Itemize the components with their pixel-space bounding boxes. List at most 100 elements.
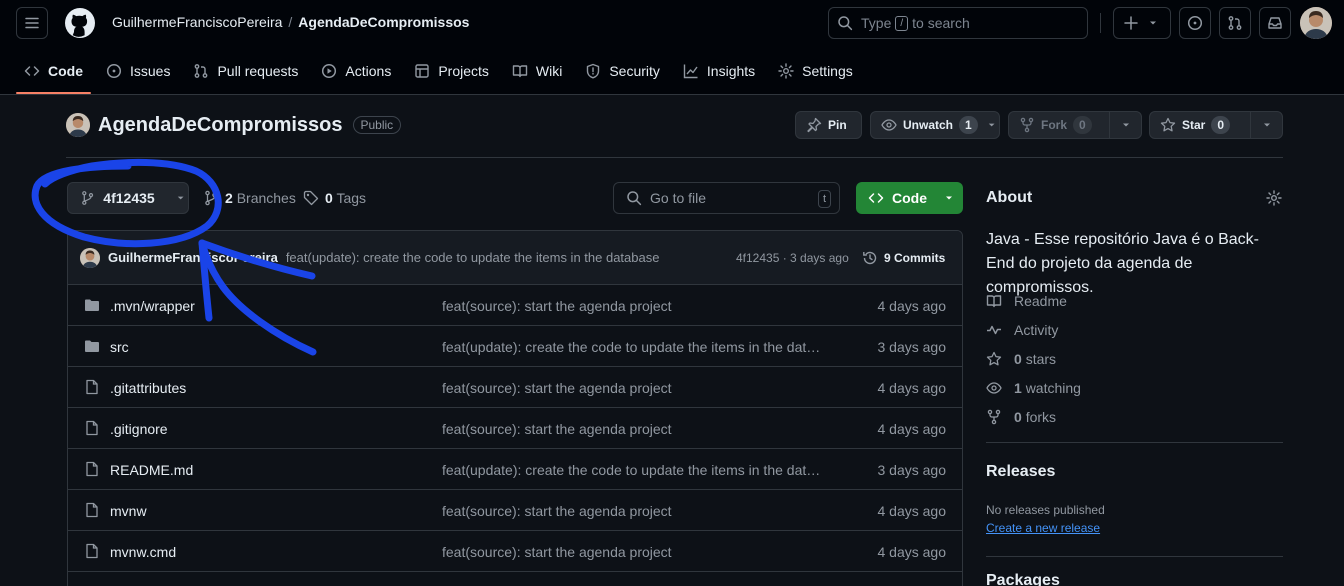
code-button-label: Code (892, 190, 927, 206)
create-release-link[interactable]: Create a new release (986, 521, 1100, 535)
branch-selector[interactable]: 4f12435 (67, 182, 189, 214)
fork-icon (987, 409, 1001, 425)
file-commit-message[interactable]: feat(source): start the agenda project (442, 298, 672, 314)
forks-link[interactable]: 0 forks (986, 409, 1056, 425)
branches-link[interactable]: 2 Branches (203, 190, 296, 206)
global-search[interactable]: Type / to search (828, 7, 1088, 39)
packages-heading[interactable]: Packages (986, 572, 1060, 586)
commit-author[interactable]: GuilhermeFranciscoPereira (108, 250, 278, 265)
fork-dropdown[interactable] (1109, 112, 1141, 138)
table-row[interactable]: mvnw.cmd feat(source): start the agenda … (68, 531, 962, 572)
tab-pull-requests[interactable]: Pull requests (185, 56, 306, 86)
tab-security[interactable]: Security (577, 56, 668, 86)
latest-commit: GuilhermeFranciscoPereira feat(update): … (68, 231, 962, 285)
tab-label: Pull requests (217, 63, 299, 79)
go-to-file-input[interactable]: Go to file t (613, 182, 840, 214)
tab-code[interactable]: Code (16, 56, 91, 94)
commit-message[interactable]: feat(update): create the code to update … (286, 250, 660, 265)
file-name[interactable]: mvnw (110, 503, 147, 519)
pull-requests-button[interactable] (1219, 7, 1251, 39)
activity-link[interactable]: Activity (986, 322, 1058, 338)
star-button[interactable]: Star 0 (1149, 111, 1283, 139)
file-commit-message[interactable]: feat(source): start the agenda project (442, 544, 672, 560)
owner-link[interactable]: GuilhermeFranciscoPereira (112, 14, 282, 30)
caret-down-icon (1263, 123, 1270, 127)
search-icon (627, 191, 642, 206)
file-name[interactable]: src (110, 339, 129, 355)
visibility-badge: Public (352, 116, 402, 134)
commit-sha-time[interactable]: 4f12435 · 3 days ago (736, 251, 849, 265)
file-commit-message[interactable]: feat(update): create the code to update … (442, 339, 828, 355)
code-dropdown-button[interactable]: Code (856, 182, 963, 214)
file-icon (86, 420, 98, 436)
user-avatar[interactable] (1300, 7, 1332, 39)
readme-link[interactable]: Readme (986, 293, 1067, 309)
breadcrumb-separator: / (288, 14, 293, 30)
watch-count: 1 (959, 116, 978, 134)
table-row[interactable]: .gitignore feat(source): start the agend… (68, 408, 962, 449)
pin-label: Pin (828, 118, 847, 132)
branch-icon (205, 190, 217, 206)
file-name[interactable]: README.md (110, 462, 193, 478)
tab-projects[interactable]: Projects (406, 56, 497, 86)
about-settings-button[interactable] (1266, 190, 1282, 206)
tab-actions[interactable]: Actions (313, 56, 399, 86)
tab-issues[interactable]: Issues (98, 56, 178, 86)
commits-history-link[interactable]: 9 Commits (862, 250, 945, 266)
create-new-button[interactable] (1113, 7, 1171, 39)
table-row[interactable]: mvnw feat(source): start the agenda proj… (68, 490, 962, 531)
stars-link[interactable]: 0 stars (986, 351, 1056, 367)
star-label: Star (1182, 118, 1206, 132)
unwatch-button[interactable]: Unwatch 1 (870, 111, 1000, 139)
tab-insights[interactable]: Insights (675, 56, 763, 86)
menu-button[interactable] (16, 7, 48, 39)
folder-icon (85, 340, 99, 352)
tab-label: Issues (130, 63, 171, 79)
releases-heading[interactable]: Releases (986, 463, 1055, 481)
star-icon (1160, 117, 1176, 132)
star-dropdown[interactable] (1250, 112, 1282, 138)
branches-label: Branches (236, 190, 296, 206)
table-row[interactable]: .mvn/wrapper feat(source): start the age… (68, 285, 962, 326)
owner-avatar[interactable] (66, 113, 90, 137)
file-name[interactable]: .gitattributes (110, 380, 186, 396)
file-commit-message[interactable]: feat(update): create the code to update … (442, 462, 828, 478)
pin-button[interactable]: Pin (795, 111, 862, 139)
table-row[interactable]: src feat(update): create the code to upd… (68, 326, 962, 367)
tab-settings[interactable]: Settings (770, 56, 861, 86)
file-date: 4 days ago (877, 298, 947, 314)
file-commit-message[interactable]: feat(source): start the agenda project (442, 421, 672, 437)
pull-request-icon (1228, 16, 1242, 30)
pulse-icon (987, 325, 1001, 335)
pin-icon (807, 117, 822, 133)
no-releases-text: No releases published (986, 503, 1105, 517)
inbox-button[interactable] (1259, 7, 1291, 39)
file-name[interactable]: .mvn/wrapper (110, 298, 195, 314)
repo-name[interactable]: AgendaDeCompromissos (98, 114, 343, 137)
issues-button[interactable] (1179, 7, 1211, 39)
folder-icon (85, 299, 99, 311)
tab-label: Code (48, 63, 83, 79)
file-commit-message[interactable]: feat(source): start the agenda project (442, 380, 672, 396)
breadcrumb: GuilhermeFranciscoPereira / AgendaDeCompro… (112, 14, 469, 30)
repo-nav: Code Issues Pull requests Actions Projec… (16, 56, 868, 94)
tags-link[interactable]: 0 Tags (303, 190, 366, 206)
fork-button[interactable]: Fork 0 (1008, 111, 1142, 139)
file-date: 3 days ago (877, 339, 947, 355)
github-logo-icon[interactable] (64, 7, 96, 39)
go-to-file-placeholder: Go to file (650, 190, 707, 206)
table-row[interactable]: .gitattributes feat(source): start the a… (68, 367, 962, 408)
code-icon (868, 193, 884, 203)
commit-author-avatar[interactable] (80, 247, 100, 268)
tab-wiki[interactable]: Wiki (504, 56, 570, 86)
watching-link[interactable]: 1 watching (986, 380, 1081, 396)
file-commit-message[interactable]: feat(source): start the agenda project (442, 503, 672, 519)
file-date: 4 days ago (877, 503, 947, 519)
caret-down-icon (1122, 123, 1129, 127)
tab-label: Actions (345, 63, 392, 79)
repo-link[interactable]: AgendaDeCompromissos (298, 14, 469, 30)
table-row[interactable]: README.md feat(update): create the code … (68, 449, 962, 490)
file-name[interactable]: .gitignore (110, 421, 168, 437)
file-name[interactable]: mvnw.cmd (110, 544, 176, 560)
issue-icon (106, 63, 122, 79)
